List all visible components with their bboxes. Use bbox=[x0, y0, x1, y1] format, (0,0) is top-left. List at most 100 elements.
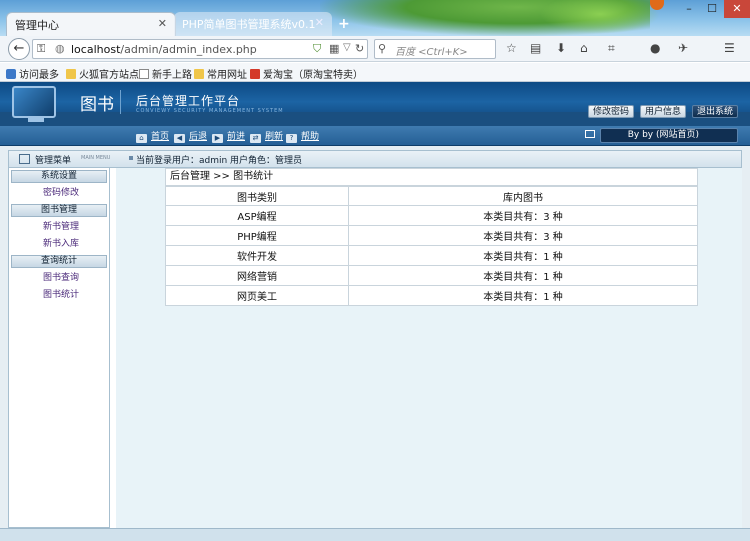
breadcrumb: 后台管理 >> 图书统计 bbox=[165, 168, 698, 186]
brand-title: 图书 bbox=[80, 95, 114, 115]
bookmark-star-icon[interactable]: ☆ bbox=[506, 41, 517, 55]
minimize-icon[interactable]: – bbox=[677, 0, 701, 18]
sidebar-section-books[interactable]: 图书管理 bbox=[11, 204, 107, 217]
bookmark-icon bbox=[6, 69, 16, 79]
bullet-icon bbox=[129, 156, 133, 160]
count-cell: 本类目共有：3 种 bbox=[348, 205, 698, 226]
site-header: 图书 后台管理工作平台 CONVIEWY SECURITY MANAGEMENT… bbox=[0, 82, 750, 126]
tab-book-system[interactable]: PHP简单图书管理系统v0.1 ✕ bbox=[174, 12, 332, 36]
menu-toggle-icon[interactable] bbox=[19, 154, 30, 164]
header-divider bbox=[120, 90, 121, 114]
sidebar-item-book-search[interactable]: 图书查询 bbox=[9, 270, 109, 287]
category-cell: 软件开发 bbox=[165, 245, 349, 266]
reading-list-icon[interactable]: ▤ bbox=[530, 41, 541, 55]
monitor-logo-icon bbox=[12, 86, 56, 118]
bookmark-most-visited[interactable]: 访问最多 bbox=[6, 66, 59, 81]
refresh-icon: ⇄ bbox=[250, 134, 261, 143]
tab-label: PHP简单图书管理系统v0.1 bbox=[182, 18, 316, 31]
table-row: 网页美工 本类目共有：1 种 bbox=[165, 285, 698, 306]
home-link[interactable]: ⌂ 首页 bbox=[136, 129, 169, 143]
address-bar[interactable]: ⚿ ◍ localhost/admin/admin_index.php ⛉ ▦ … bbox=[32, 39, 368, 59]
close-window-icon[interactable]: ✕ bbox=[724, 0, 750, 18]
footer-strip bbox=[0, 528, 750, 541]
category-cell: PHP编程 bbox=[165, 225, 349, 246]
qr-code-icon[interactable]: ▦ bbox=[329, 42, 339, 55]
theme-background-leaves bbox=[540, 0, 660, 34]
chat-icon[interactable]: ● bbox=[650, 41, 660, 55]
navigation-toolbar: ← ⚿ ◍ localhost/admin/admin_index.php ⛉ … bbox=[0, 36, 750, 62]
menu-sublabel: MAIN MENU bbox=[81, 155, 111, 161]
dropdown-arrow-icon[interactable]: ▽ bbox=[343, 42, 351, 53]
count-cell: 本类目共有：1 种 bbox=[348, 245, 698, 266]
forward-link[interactable]: ▶ 前进 bbox=[212, 129, 245, 143]
back-link[interactable]: ◀ 后退 bbox=[174, 129, 207, 143]
forward-arrow-icon: ▶ bbox=[212, 134, 223, 143]
bookmark-taobao[interactable]: 爱淘宝（原淘宝特卖） bbox=[250, 66, 363, 81]
count-cell: 本类目共有：1 种 bbox=[348, 265, 698, 286]
maximize-icon[interactable]: ☐ bbox=[700, 0, 724, 18]
platform-title: 后台管理工作平台 bbox=[136, 94, 241, 108]
folder-icon bbox=[66, 69, 76, 79]
sidebar-item-book-add[interactable]: 新书入库 bbox=[9, 236, 109, 253]
sidebar-item-change-password[interactable]: 密码修改 bbox=[9, 185, 109, 202]
search-box[interactable]: ⚲ 百度 <Ctrl+K> bbox=[374, 39, 496, 59]
reload-icon[interactable]: ↻ bbox=[355, 42, 364, 55]
address-text[interactable]: localhost/admin/admin_index.php bbox=[71, 43, 257, 56]
browser-titlebar: 管理中心 ✕ PHP简单图书管理系统v0.1 ✕ + – ☐ ✕ bbox=[0, 0, 750, 36]
crop-icon[interactable]: ⌗ bbox=[608, 41, 615, 56]
site-home-link[interactable]: By by (网站首页) bbox=[600, 128, 738, 143]
back-arrow-icon: ◀ bbox=[174, 134, 185, 143]
stats-table: 图书类别 库内图书 ASP编程 本类目共有：3 种 PHP编程 本类目共有：3 … bbox=[165, 186, 698, 306]
taobao-icon bbox=[250, 69, 260, 79]
content-area: 后台管理 >> 图书统计 图书类别 库内图书 ASP编程 本类目共有：3 种 P… bbox=[116, 168, 742, 528]
key-icon: ⚿ bbox=[37, 42, 46, 55]
help-icon: ? bbox=[286, 134, 297, 143]
bookmark-firefox[interactable]: 火狐官方站点 bbox=[66, 66, 139, 81]
sidebar-item-book-stats[interactable]: 图书统计 bbox=[9, 287, 109, 304]
sidebar: 系统设置 密码修改 图书管理 新书管理 新书入库 查询统计 图书查询 图书统计 bbox=[8, 168, 110, 528]
menu-label: 管理菜单 bbox=[35, 156, 72, 166]
column-header-count: 库内图书 bbox=[348, 186, 698, 206]
home-icon: ⌂ bbox=[136, 134, 147, 143]
screen-icon bbox=[585, 130, 595, 138]
table-row: 软件开发 本类目共有：1 种 bbox=[165, 245, 698, 266]
content-frame: 后台管理 >> 图书统计 图书类别 库内图书 ASP编程 本类目共有：3 种 P… bbox=[110, 168, 742, 528]
table-row: 网络营销 本类目共有：1 种 bbox=[165, 265, 698, 286]
bookmark-getting-started[interactable]: 新手上路 bbox=[139, 66, 192, 81]
table-row: ASP编程 本类目共有：3 种 bbox=[165, 205, 698, 226]
shield-icon[interactable]: ⛉ bbox=[313, 42, 321, 56]
count-cell: 本类目共有：3 种 bbox=[348, 225, 698, 246]
user-info-button[interactable]: 用户信息 bbox=[640, 105, 687, 118]
bookmarks-bar: 访问最多 火狐官方站点 新手上路 常用网址 爱淘宝（原淘宝特卖） bbox=[0, 63, 750, 82]
theme-fox-icon bbox=[650, 0, 664, 10]
table-header-row: 图书类别 库内图书 bbox=[165, 186, 698, 206]
menu-icon[interactable]: ☰ bbox=[724, 41, 735, 55]
help-link[interactable]: ? 帮助 bbox=[286, 129, 319, 143]
info-bar: 管理菜单 MAIN MENU 当前登录用户：admin 用户角色：管理员 bbox=[8, 150, 742, 168]
platform-subtitle: CONVIEWY SECURITY MANAGEMENT SYSTEM bbox=[136, 108, 284, 114]
column-header-category: 图书类别 bbox=[165, 186, 349, 206]
change-password-button[interactable]: 修改密码 bbox=[588, 105, 635, 118]
page: 图书 后台管理工作平台 CONVIEWY SECURITY MANAGEMENT… bbox=[0, 82, 750, 541]
category-cell: ASP编程 bbox=[165, 205, 349, 226]
search-icon: ⚲ bbox=[378, 42, 387, 55]
refresh-link[interactable]: ⇄ 刷新 bbox=[250, 129, 283, 143]
page-icon bbox=[139, 69, 149, 79]
download-icon[interactable]: ⬇ bbox=[556, 41, 566, 55]
back-button[interactable]: ← bbox=[8, 38, 30, 60]
close-tab-icon[interactable]: ✕ bbox=[158, 17, 167, 30]
tab-admin-center[interactable]: 管理中心 ✕ bbox=[6, 12, 176, 36]
extension-icon[interactable]: ✈ bbox=[678, 41, 688, 55]
sidebar-section-system[interactable]: 系统设置 bbox=[11, 170, 107, 183]
sidebar-section-query[interactable]: 查询统计 bbox=[11, 255, 107, 268]
globe-icon: ◍ bbox=[55, 42, 65, 55]
sidebar-item-book-manage[interactable]: 新书管理 bbox=[9, 219, 109, 236]
bookmark-common-sites[interactable]: 常用网址 bbox=[194, 66, 247, 81]
home-icon[interactable]: ⌂ bbox=[580, 41, 588, 55]
logout-button[interactable]: 退出系统 bbox=[692, 105, 739, 118]
page-toolbar: ⌂ 首页 ◀ 后退 ▶ 前进 ⇄ 刷新 ? 帮助 By by (网站首页) bbox=[0, 126, 750, 146]
new-tab-button[interactable]: + bbox=[338, 16, 350, 32]
folder-icon bbox=[194, 69, 204, 79]
login-info: 当前登录用户：admin 用户角色：管理员 bbox=[136, 156, 303, 166]
close-tab-icon[interactable]: ✕ bbox=[315, 16, 324, 29]
